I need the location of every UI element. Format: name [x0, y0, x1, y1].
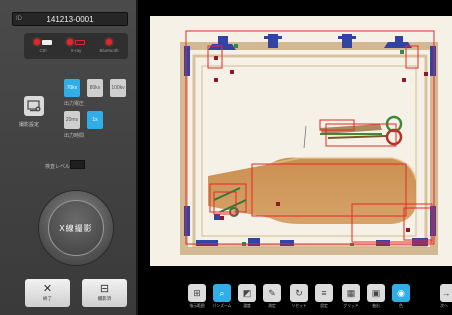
time-label: 出力時間: [64, 133, 85, 139]
capture-settings-label: 撮影設定: [19, 122, 40, 128]
tool-bar: ⊞ 指示範囲 ⌕ パンズーム ◩ 濃度 ✎ 測定 ↻ リセット ≡ 設定 ▦ グ…: [140, 272, 452, 315]
tool-label: リセット: [291, 304, 307, 308]
status-label: Ctrl: [39, 48, 47, 53]
capture-settings-button[interactable]: [24, 96, 44, 116]
settings-icon[interactable]: ≡: [315, 284, 333, 302]
led-icon: [34, 39, 40, 45]
export-icon[interactable]: ▣: [367, 284, 385, 302]
grid-overlay-icon[interactable]: ▦: [342, 284, 360, 302]
next-label: 次へ: [440, 304, 448, 308]
status-ctrl: Ctrl: [26, 36, 60, 53]
grid-icon[interactable]: ⊞: [188, 284, 206, 302]
voltage-100kv-button[interactable]: 100kv: [110, 79, 126, 97]
color-icon[interactable]: ◉: [392, 284, 410, 302]
battery-empty-icon: [75, 39, 85, 45]
xray-shoot-button[interactable]: X線撮影: [38, 190, 114, 266]
captured-button[interactable]: ⊟ 撮影済: [82, 279, 127, 307]
measure-icon[interactable]: ✎: [263, 284, 281, 302]
time-20ms-button[interactable]: 20ms: [64, 111, 80, 129]
xray-image[interactable]: [150, 16, 452, 266]
next-arrow-icon[interactable]: →: [440, 284, 452, 302]
inspection-level-field[interactable]: [70, 160, 85, 169]
tool-label: パンズーム: [212, 304, 232, 308]
contrast-icon[interactable]: ◩: [238, 284, 256, 302]
patient-id-field: ID 141213-0001: [12, 12, 128, 26]
end-label: 終了: [43, 296, 52, 301]
inspection-level-label: 検査レベル: [45, 164, 71, 170]
tool-label: 濃度: [243, 304, 251, 308]
zoom-icon[interactable]: ⌕: [213, 284, 231, 302]
captured-label: 撮影済: [97, 296, 112, 301]
status-xray: X-ray: [59, 36, 93, 53]
led-icon: [67, 39, 73, 45]
monitor-icon: [27, 100, 41, 112]
battery-icon: [42, 39, 52, 45]
voltage-label: 出力電圧: [64, 101, 85, 107]
status-label: X-ray: [70, 48, 82, 53]
image-viewer[interactable]: [140, 0, 452, 272]
tool-label: 測定: [268, 304, 276, 308]
voltage-80kv-button[interactable]: 80kv: [87, 79, 103, 97]
tool-label: 設定: [320, 304, 328, 308]
voltage-70kv-button[interactable]: 70kv: [64, 79, 80, 97]
time-1s-button[interactable]: 1s: [87, 111, 103, 129]
tool-label: 指示範囲: [189, 304, 205, 308]
control-panel: ID 141213-0001 Ctrl X-ray Bluetooth 撮影設定…: [0, 0, 138, 315]
status-indicators: Ctrl X-ray Bluetooth: [24, 33, 128, 59]
patient-id: 141213-0001: [46, 15, 94, 24]
printer-icon: ⊟: [99, 283, 110, 295]
tool-label: 抽出: [372, 304, 380, 308]
tool-label: 色: [399, 304, 403, 308]
tool-label: グリッド: [343, 304, 359, 308]
reset-icon[interactable]: ↻: [290, 284, 308, 302]
xray-shoot-label: X線撮影: [48, 200, 104, 256]
led-icon: [106, 39, 112, 45]
xray-scan-graphic: [180, 30, 438, 255]
status-bluetooth: Bluetooth: [92, 36, 126, 53]
end-button[interactable]: ✕ 終了: [25, 279, 70, 307]
status-label: Bluetooth: [99, 48, 119, 53]
close-icon: ✕: [42, 283, 53, 295]
